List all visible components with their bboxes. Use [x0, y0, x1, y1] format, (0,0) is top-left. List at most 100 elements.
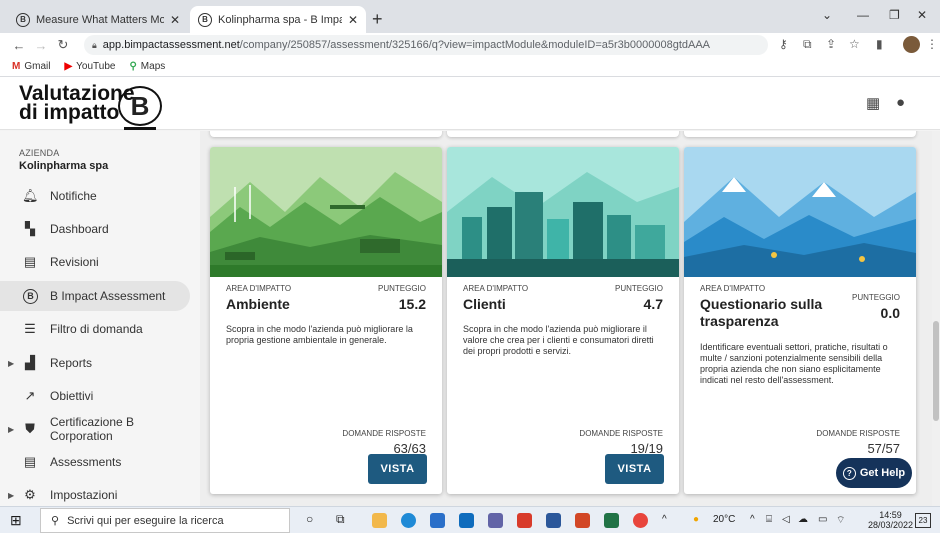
account-circle-icon[interactable]: ● — [896, 94, 905, 111]
network-icon[interactable]: ⌸ — [766, 514, 772, 525]
answers-label: DOMANDE RISPOSTE — [342, 429, 426, 438]
bookmark-maps[interactable]: ⚲ Maps — [129, 61, 165, 72]
list-icon: ▤ — [23, 454, 37, 469]
sidebar-item-reports[interactable]: ▶ ▟ Reports — [0, 348, 190, 378]
minimize-icon[interactable]: — — [857, 8, 869, 22]
restore-icon[interactable]: ❐ — [889, 8, 900, 22]
new-tab-icon[interactable]: + — [372, 9, 383, 30]
area-description: Scopra in che modo l'azienda può miglior… — [463, 324, 654, 356]
windows-start-icon[interactable]: ⊞ — [10, 512, 22, 529]
tray-expand-icon[interactable]: ^ — [662, 514, 667, 525]
area-label: AREA D'IMPATTO — [700, 284, 766, 293]
area-score: 15.2 — [398, 296, 426, 312]
page-scrollbar[interactable] — [932, 131, 940, 506]
score-label: PUNTEGGIO — [614, 284, 663, 293]
sidebar-item-revisioni[interactable]: ▤ Revisioni — [0, 247, 190, 277]
sidebar-item-b-impact-assessment[interactable]: B B Impact Assessment — [0, 281, 190, 311]
answers-label: DOMANDE RISPOSTE — [579, 429, 663, 438]
address-bar[interactable]: 🔒︎ app.bimpactassessment.net/company/250… — [84, 35, 768, 55]
tray-chevron-icon[interactable]: ^ — [750, 514, 755, 525]
bookmark-gmail[interactable]: M Gmail — [12, 61, 50, 72]
outlook-icon[interactable] — [459, 513, 474, 528]
sidebar-item-assessments[interactable]: ▤ Assessments — [0, 447, 190, 477]
weather-temp[interactable]: 20°C — [713, 514, 735, 525]
taskbar-clock[interactable]: 14:59 28/03/2022 — [868, 510, 913, 530]
impact-card-trasparenza[interactable]: AREA D'IMPATTO PUNTEGGIO Questionario su… — [684, 147, 916, 494]
reload-icon[interactable]: ↻ — [52, 37, 74, 53]
onedrive-icon[interactable]: ☁ — [798, 514, 808, 525]
acrobat-icon[interactable] — [517, 513, 532, 528]
scrollbar-thumb[interactable] — [933, 321, 939, 421]
card-edge — [684, 131, 916, 137]
bookmark-label: Gmail — [24, 61, 51, 72]
sidebar-item-certificazione[interactable]: ▶ ⛊ Certificazione B Corporation — [0, 414, 190, 444]
sidebar-item-dashboard[interactable]: ▚ Dashboard — [0, 214, 190, 244]
profile-avatar[interactable] — [903, 36, 920, 53]
file-explorer-icon[interactable] — [372, 513, 387, 528]
expand-caret-icon[interactable]: ▶ — [8, 491, 14, 500]
area-name-line2: trasparenza — [700, 313, 779, 329]
weather-icon: ● — [693, 514, 700, 525]
chrome-icon[interactable] — [633, 513, 648, 528]
cortana-icon[interactable]: ○ — [306, 512, 313, 526]
expand-caret-icon[interactable]: ▶ — [8, 425, 14, 434]
word-icon[interactable] — [546, 513, 561, 528]
area-description: Identificare eventuali settori, pratiche… — [700, 342, 888, 385]
tab-title: Measure What Matters Most | E — [36, 13, 164, 26]
sidebar-item-obiettivi[interactable]: ↗ Obiettivi — [0, 381, 190, 411]
trend-icon: ↗ — [24, 388, 36, 403]
browser-tab-strip: B Measure What Matters Most | E ✕ B Koli… — [0, 0, 940, 33]
wifi-icon[interactable]: ⌔ — [836, 514, 845, 527]
gear-icon: ⚙ — [24, 487, 36, 502]
translate-icon[interactable]: ⧉ — [803, 37, 812, 52]
edge-icon[interactable] — [401, 513, 416, 528]
forward-icon[interactable]: → — [30, 38, 52, 53]
key-icon[interactable]: ⚷ — [779, 37, 788, 51]
b-icon: B — [23, 288, 38, 304]
close-tab-icon[interactable]: ✕ — [170, 13, 180, 27]
back-icon[interactable]: ← — [8, 38, 30, 53]
share-icon[interactable]: ⇪ — [826, 37, 836, 51]
browser-tab-kolinpharma[interactable]: B Kolinpharma spa - B Impact Asse ✕ — [190, 6, 366, 33]
sidebar-item-label: Obiettivi — [50, 389, 94, 403]
battery-icon[interactable]: ▭ — [818, 514, 827, 525]
menu-dots-icon[interactable]: ⋮ — [926, 37, 938, 51]
task-view-icon[interactable]: ⧉ — [336, 512, 345, 527]
mail-icon[interactable] — [430, 513, 445, 528]
impact-card-ambiente[interactable]: AREA D'IMPATTO PUNTEGGIO Ambiente 15.2 S… — [210, 147, 442, 494]
volume-icon[interactable]: ◁ — [782, 514, 790, 525]
vista-button[interactable]: VISTA — [368, 454, 427, 484]
get-help-button[interactable]: ? Get Help — [836, 458, 912, 488]
area-label: AREA D'IMPATTO — [463, 284, 529, 293]
close-tab-icon[interactable]: ✕ — [348, 13, 358, 27]
notification-center-icon[interactable]: 23 — [915, 513, 931, 528]
bell-icon: 🔔︎ — [22, 188, 39, 203]
sidebar-item-filtro-di-domanda[interactable]: ☰ Filtro di domanda — [0, 314, 190, 344]
answers-label: DOMANDE RISPOSTE — [816, 429, 900, 438]
area-description: Scopra in che modo l'azienda può miglior… — [226, 324, 413, 345]
bookmark-youtube[interactable]: ▶ YouTube — [64, 61, 115, 72]
tab-search-icon[interactable]: ⌄ — [822, 8, 832, 22]
taskbar-search[interactable]: ⚲ Scrivi qui per eseguire la ricerca — [40, 508, 290, 533]
close-window-icon[interactable]: ✕ — [917, 8, 927, 22]
excel-icon[interactable] — [604, 513, 619, 528]
bookmark-star-icon[interactable]: ☆ — [849, 37, 860, 51]
area-name: Clienti — [463, 296, 506, 312]
area-score: 4.7 — [643, 296, 663, 312]
side-panel-icon[interactable]: ▮ — [876, 37, 883, 51]
building-icon[interactable]: ▦ — [866, 94, 880, 112]
powerpoint-icon[interactable] — [575, 513, 590, 528]
card-edge — [210, 131, 442, 137]
vista-button[interactable]: VISTA — [605, 454, 664, 484]
b-corp-logo-icon: B — [118, 86, 162, 130]
expand-caret-icon[interactable]: ▶ — [8, 359, 14, 368]
teams-icon[interactable] — [488, 513, 503, 528]
sidebar-item-notifiche[interactable]: 🔔︎ Notifiche — [0, 181, 190, 211]
impact-card-clienti[interactable]: AREA D'IMPATTO PUNTEGGIO Clienti 4.7 Sco… — [447, 147, 679, 494]
company-label: AZIENDA — [19, 148, 60, 158]
dashboard-icon: ▚ — [25, 221, 35, 236]
b-favicon-icon: B — [16, 12, 30, 27]
bar-chart-icon: ▟ — [25, 355, 35, 370]
browser-tab-measure[interactable]: B Measure What Matters Most | E ✕ — [8, 6, 188, 33]
sidebar-item-label: Reports — [50, 356, 93, 370]
